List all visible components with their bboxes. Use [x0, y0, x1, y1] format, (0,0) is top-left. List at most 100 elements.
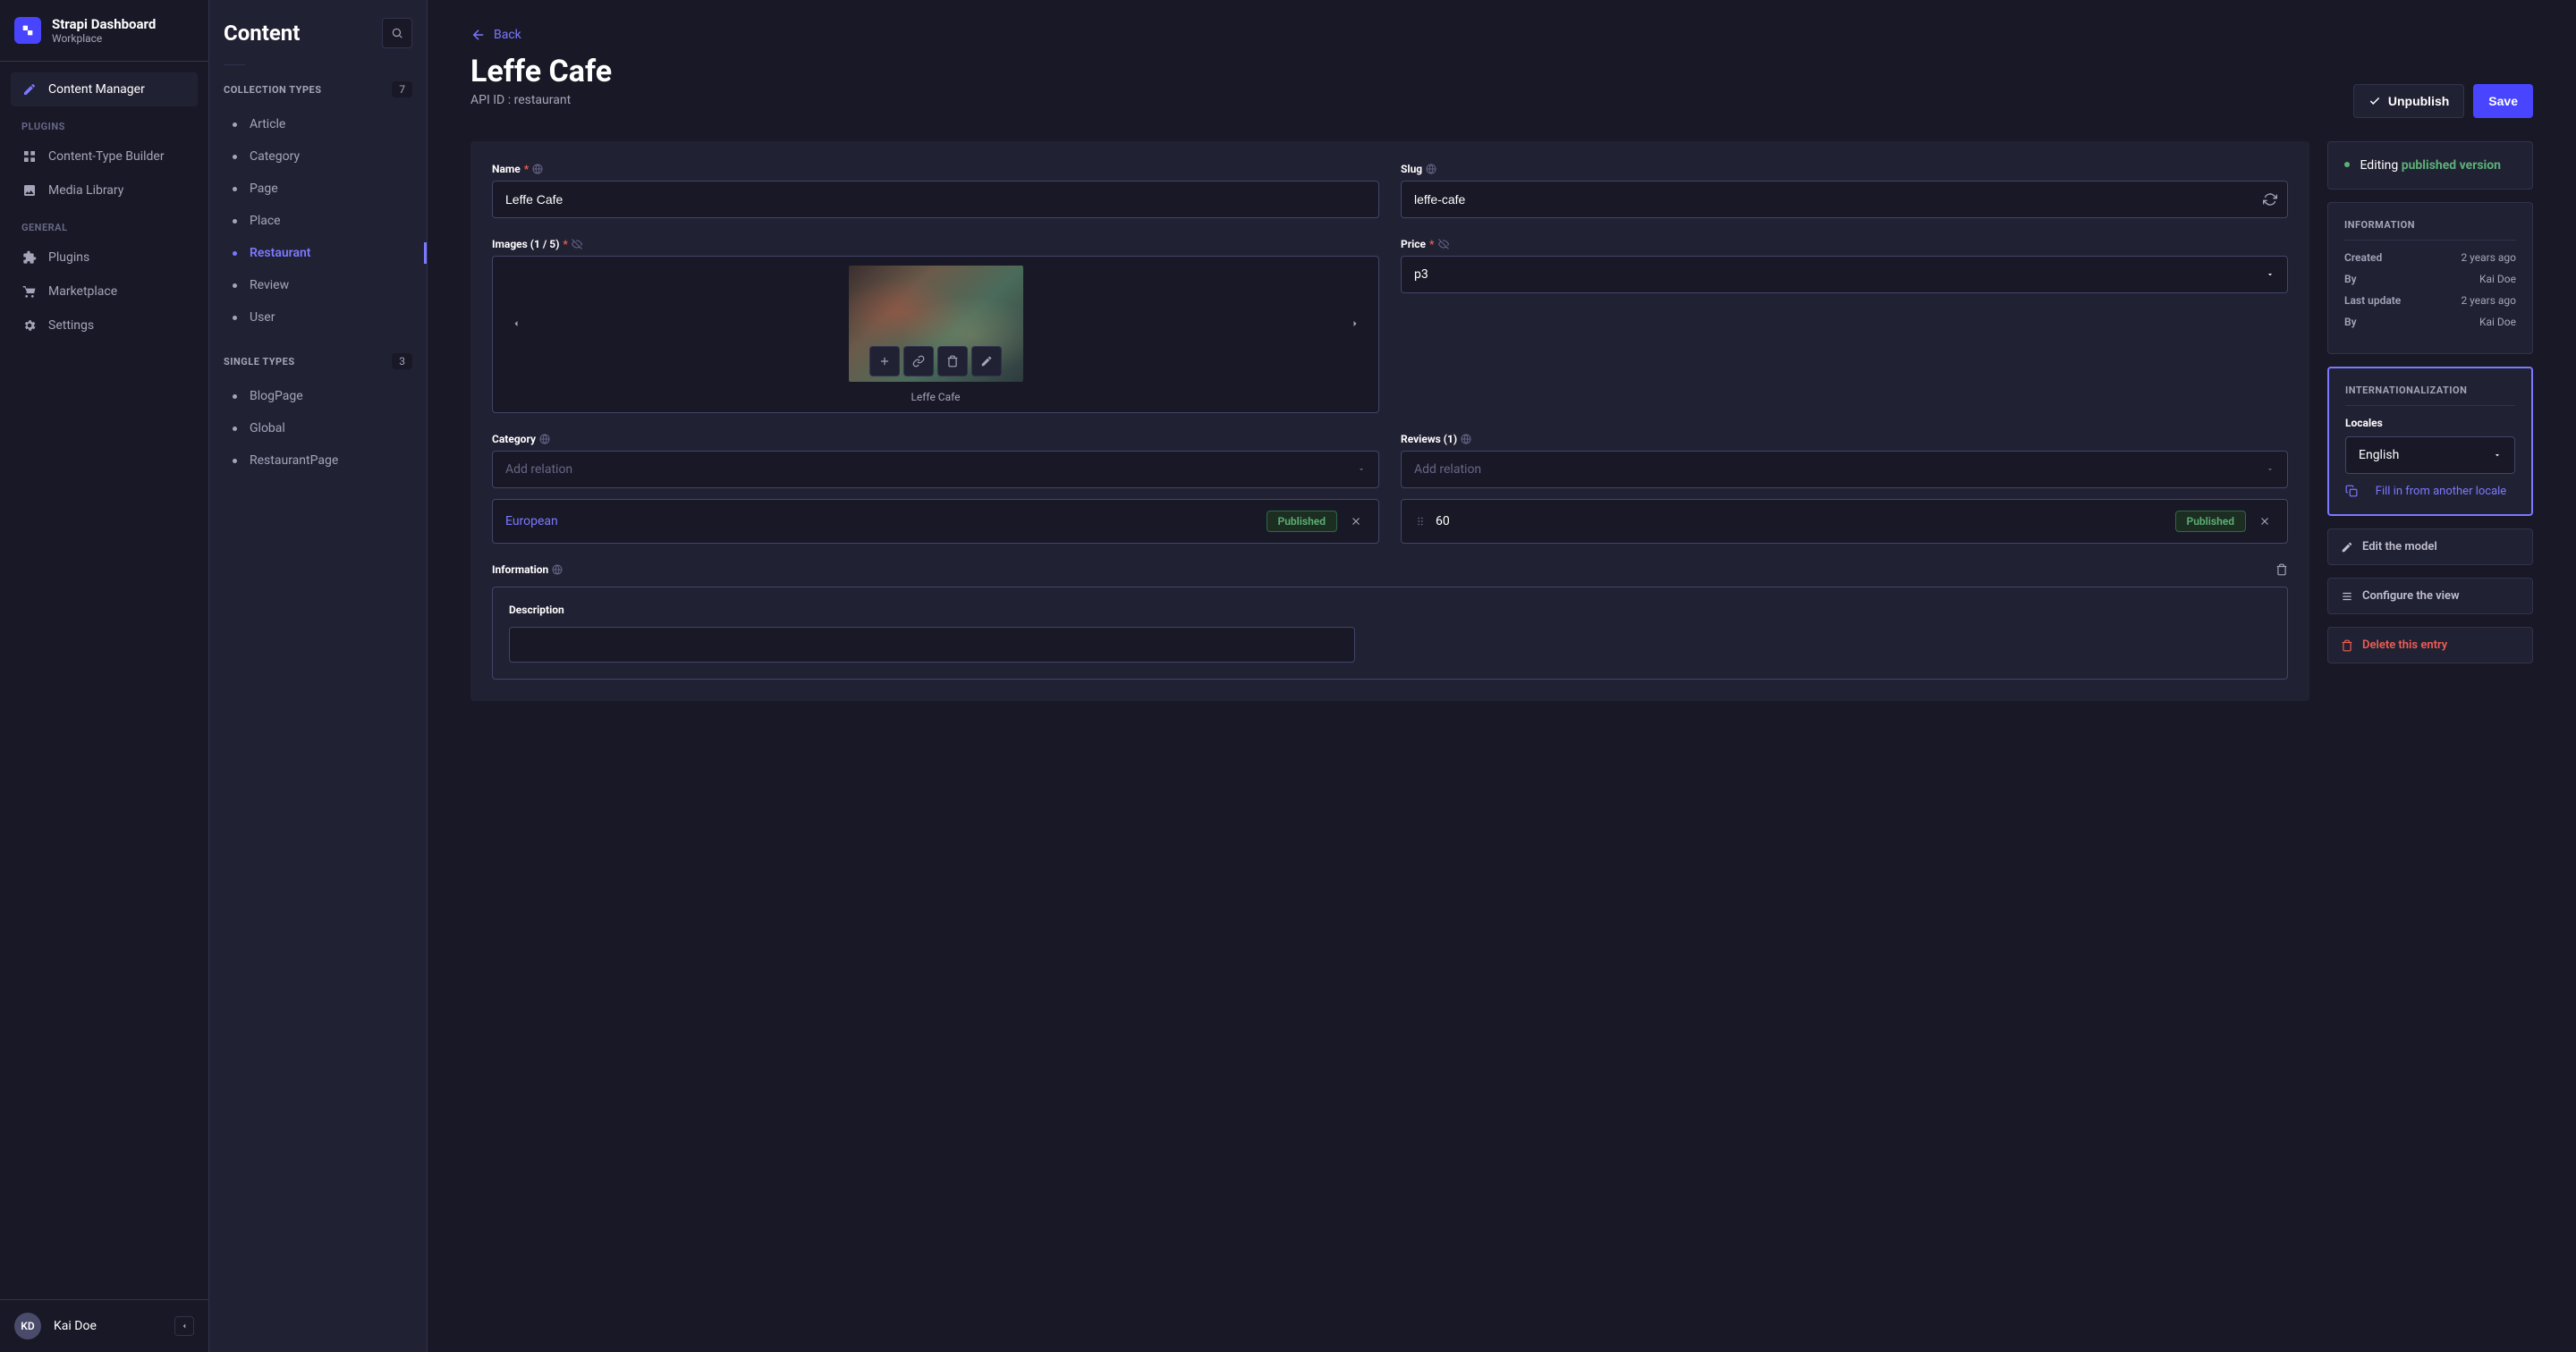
- grid-icon: [21, 148, 38, 165]
- media-delete-button[interactable]: [937, 346, 968, 376]
- single-types-count: 3: [392, 353, 412, 369]
- editing-text: Editing: [2360, 158, 2398, 173]
- nav-label: Media Library: [48, 183, 123, 198]
- app-subtitle: Workplace: [52, 32, 156, 45]
- media-prev-button[interactable]: [505, 313, 527, 334]
- single-item-restaurantpage[interactable]: RestaurantPage: [224, 444, 412, 477]
- slug-input[interactable]: [1401, 181, 2288, 218]
- nav-label: Content-Type Builder: [48, 149, 165, 164]
- nav-label: Marketplace: [48, 284, 117, 299]
- configure-view-button[interactable]: Configure the view: [2327, 578, 2533, 614]
- media-add-button[interactable]: [869, 346, 900, 376]
- status-dot-icon: [2344, 162, 2350, 167]
- copy-icon: [2345, 485, 2358, 497]
- name-input[interactable]: [492, 181, 1379, 218]
- collection-item-user[interactable]: User: [224, 301, 412, 334]
- chevron-down-icon: [2266, 270, 2275, 279]
- chevron-down-icon: [2493, 451, 2502, 460]
- save-button[interactable]: Save: [2473, 84, 2533, 118]
- collection-item-restaurant[interactable]: Restaurant: [224, 237, 412, 269]
- trash-icon: [2341, 639, 2353, 652]
- user-name: Kai Doe: [54, 1319, 97, 1333]
- app-title: Strapi Dashboard: [52, 16, 156, 32]
- information-card: INFORMATION Created2 years ago ByKai Doe…: [2327, 202, 2533, 354]
- published-text: published version: [2402, 158, 2501, 173]
- information-label: Information: [492, 563, 548, 576]
- list-icon: [2341, 590, 2353, 603]
- name-label: Name: [492, 163, 521, 175]
- user-avatar[interactable]: KD: [14, 1313, 41, 1339]
- image-icon: [21, 182, 38, 199]
- media-link-button[interactable]: [903, 346, 934, 376]
- single-item-global[interactable]: Global: [224, 412, 412, 444]
- remove-relation-button[interactable]: [1346, 511, 1366, 531]
- globe-icon: [1461, 434, 1471, 444]
- relation-link[interactable]: 60: [1436, 514, 2166, 528]
- media-next-button[interactable]: [1344, 313, 1366, 334]
- page-api-id: API ID : restaurant: [470, 93, 612, 107]
- reviews-relation-select[interactable]: Add relation: [1401, 451, 2288, 488]
- status-card: Editing published version: [2327, 141, 2533, 190]
- pencil-icon: [21, 81, 38, 97]
- right-sidebar: Editing published version INFORMATION Cr…: [2327, 141, 2533, 663]
- globe-icon: [552, 564, 563, 575]
- nav-plugins[interactable]: Plugins: [11, 241, 198, 275]
- nav-marketplace[interactable]: Marketplace: [11, 275, 198, 308]
- collection-item-review[interactable]: Review: [224, 269, 412, 301]
- collapse-sidebar-button[interactable]: [174, 1316, 194, 1336]
- search-button[interactable]: [382, 18, 412, 48]
- delete-entry-button[interactable]: Delete this entry: [2327, 627, 2533, 663]
- single-item-blogpage[interactable]: BlogPage: [224, 380, 412, 412]
- status-badge: Published: [2175, 511, 2246, 532]
- nav-media-library[interactable]: Media Library: [11, 173, 198, 207]
- drag-handle-icon[interactable]: [1414, 515, 1427, 528]
- collection-types-label: COLLECTION TYPES: [224, 84, 322, 96]
- locales-label: Locales: [2345, 417, 2515, 429]
- collection-item-place[interactable]: Place: [224, 205, 412, 237]
- nav-content-type-builder[interactable]: Content-Type Builder: [11, 139, 198, 173]
- nav-label: Settings: [48, 318, 94, 333]
- page-title: Leffe Cafe: [470, 54, 612, 89]
- gear-icon: [21, 317, 38, 334]
- category-relation-item: European Published: [492, 499, 1379, 544]
- main-sidebar: Strapi Dashboard Workplace Content Manag…: [0, 0, 209, 1352]
- media-caption: Leffe Cafe: [502, 391, 1369, 403]
- locale-select[interactable]: English: [2345, 436, 2515, 474]
- nav-settings[interactable]: Settings: [11, 308, 198, 342]
- sidebar-header: Strapi Dashboard Workplace: [0, 0, 208, 62]
- description-input[interactable]: [509, 627, 1355, 663]
- unpublish-button[interactable]: Unpublish: [2353, 84, 2464, 118]
- collection-item-article[interactable]: Article: [224, 108, 412, 140]
- nav-content-manager[interactable]: Content Manager: [11, 72, 198, 106]
- price-select[interactable]: p3: [1401, 256, 2288, 293]
- slug-label: Slug: [1401, 163, 1422, 175]
- reviews-label: Reviews (1): [1401, 433, 1457, 445]
- media-edit-button[interactable]: [971, 346, 1002, 376]
- collection-types-count: 7: [392, 81, 412, 97]
- eye-slash-icon: [1438, 239, 1449, 249]
- collection-item-page[interactable]: Page: [224, 173, 412, 205]
- fill-from-locale-link[interactable]: Fill in from another locale: [2345, 485, 2515, 498]
- nav-label: Content Manager: [48, 82, 145, 97]
- chevron-down-icon: [1357, 465, 1366, 474]
- main-content: Back Leffe Cafe API ID : restaurant Unpu…: [428, 0, 2576, 1352]
- delete-component-button[interactable]: [2275, 563, 2288, 576]
- i18n-card: INTERNATIONALIZATION Locales English Fil…: [2327, 367, 2533, 516]
- puzzle-icon: [21, 249, 38, 266]
- sidebar-footer: KD Kai Doe: [0, 1299, 208, 1352]
- status-badge: Published: [1267, 511, 1337, 532]
- cart-icon: [21, 283, 38, 300]
- globe-icon: [532, 164, 543, 174]
- remove-relation-button[interactable]: [2255, 511, 2275, 531]
- collection-item-category[interactable]: Category: [224, 140, 412, 173]
- nav-label: Plugins: [48, 250, 89, 265]
- category-relation-select[interactable]: Add relation: [492, 451, 1379, 488]
- back-link[interactable]: Back: [470, 27, 521, 43]
- regenerate-icon[interactable]: [2263, 192, 2277, 207]
- single-types-label: SINGLE TYPES: [224, 356, 295, 368]
- pencil-icon: [2341, 541, 2353, 553]
- relation-link[interactable]: European: [505, 514, 1258, 528]
- section-general-label: GENERAL: [11, 207, 198, 241]
- edit-model-button[interactable]: Edit the model: [2327, 528, 2533, 565]
- description-label: Description: [509, 604, 2271, 616]
